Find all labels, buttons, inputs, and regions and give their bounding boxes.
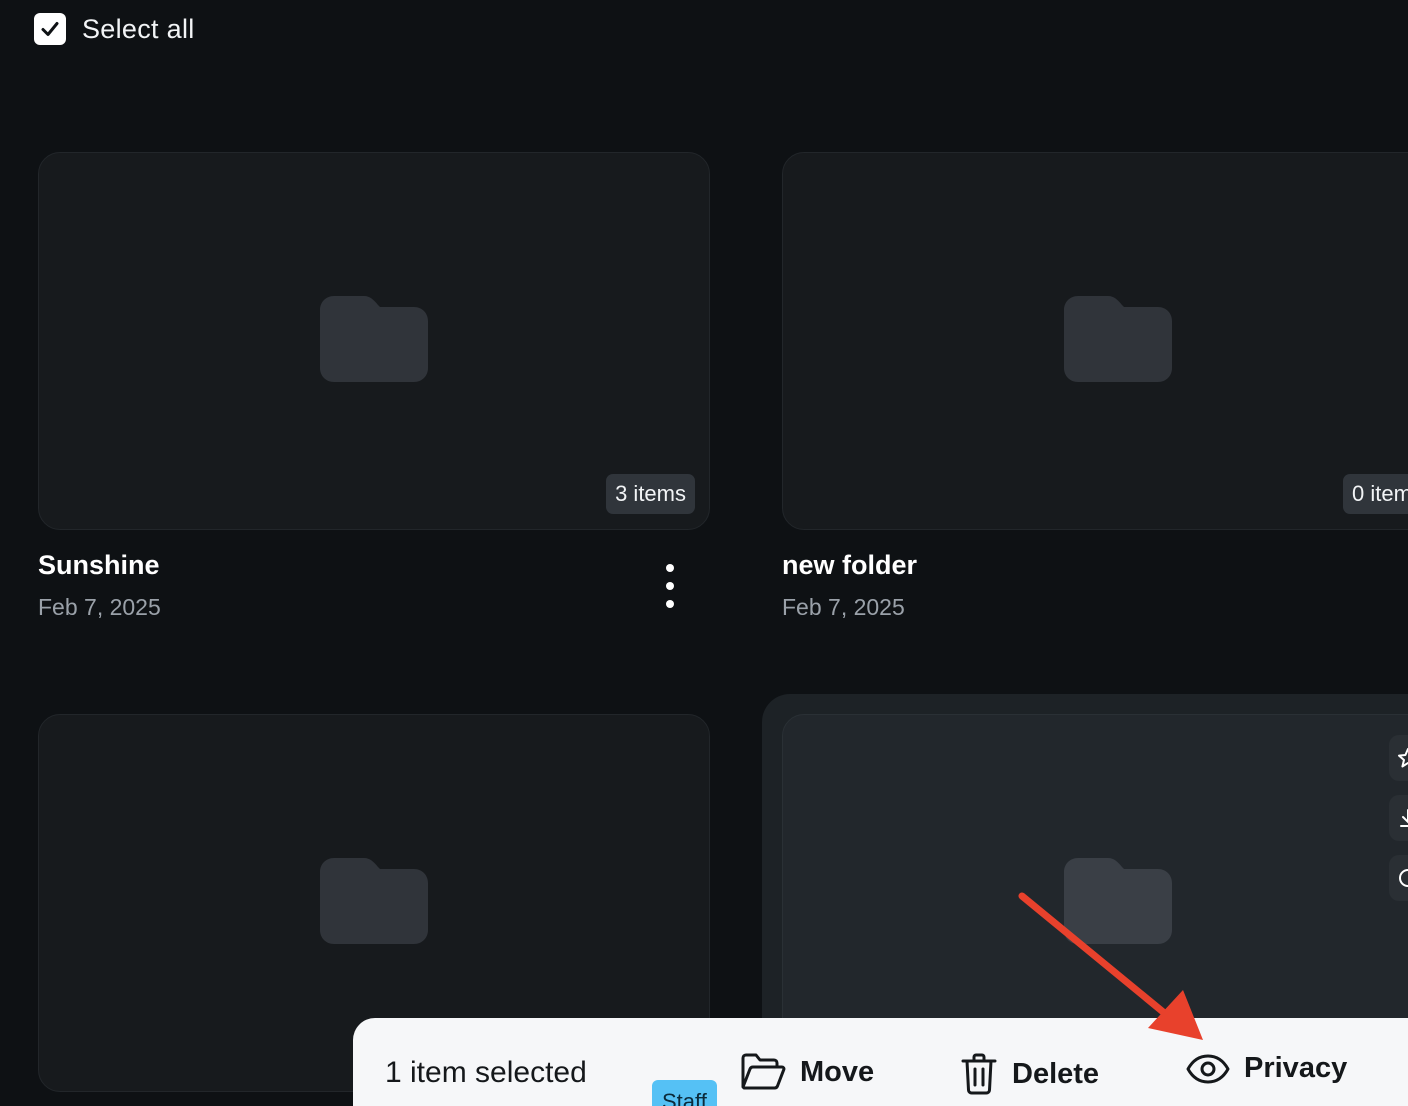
eye-icon (1186, 1054, 1230, 1083)
download-icon (1400, 809, 1408, 827)
folder-icon (1064, 296, 1172, 382)
select-all-checkbox[interactable] (34, 13, 66, 45)
star-icon (1398, 748, 1408, 768)
folder-date: Feb 7, 2025 (38, 594, 161, 620)
kebab-menu-icon[interactable] (658, 564, 682, 608)
item-count-badge: 0 items (1343, 474, 1408, 514)
select-all-label: Select all (82, 13, 195, 44)
folder-icon (320, 296, 428, 382)
folder-open-icon (741, 1053, 786, 1090)
share-button[interactable] (1389, 855, 1408, 901)
folder-icon (320, 858, 428, 944)
share-icon (1399, 869, 1408, 887)
selected-count-text: 1 item selected (385, 1056, 587, 1089)
download-button[interactable] (1389, 795, 1408, 841)
select-all-control[interactable]: Select all (34, 13, 195, 45)
page: Select all 3 items Sunshine Feb 7, 2025 … (0, 0, 1408, 1106)
folder-title[interactable]: new folder (782, 550, 917, 581)
folder-icon (1064, 858, 1172, 944)
move-button[interactable]: Move (740, 1052, 874, 1092)
folder-date: Feb 7, 2025 (782, 594, 905, 620)
folder-card-sunshine[interactable]: 3 items (38, 152, 710, 530)
item-count-badge: 3 items (606, 474, 695, 514)
delete-label: Delete (1012, 1057, 1100, 1090)
folder-title[interactable]: Sunshine (38, 550, 160, 581)
privacy-button[interactable]: Privacy (1186, 1052, 1347, 1085)
selection-action-bar: 1 item selected Staff Move Delete Privac… (353, 1018, 1408, 1106)
move-label: Move (800, 1055, 875, 1088)
trash-icon (961, 1053, 997, 1095)
delete-button[interactable]: Delete (960, 1052, 1099, 1096)
privacy-label: Privacy (1244, 1052, 1348, 1084)
staff-badge: Staff (652, 1080, 717, 1106)
favorite-button[interactable] (1389, 735, 1408, 781)
folder-card-new-folder[interactable]: 0 items (782, 152, 1408, 530)
check-icon (41, 22, 59, 36)
